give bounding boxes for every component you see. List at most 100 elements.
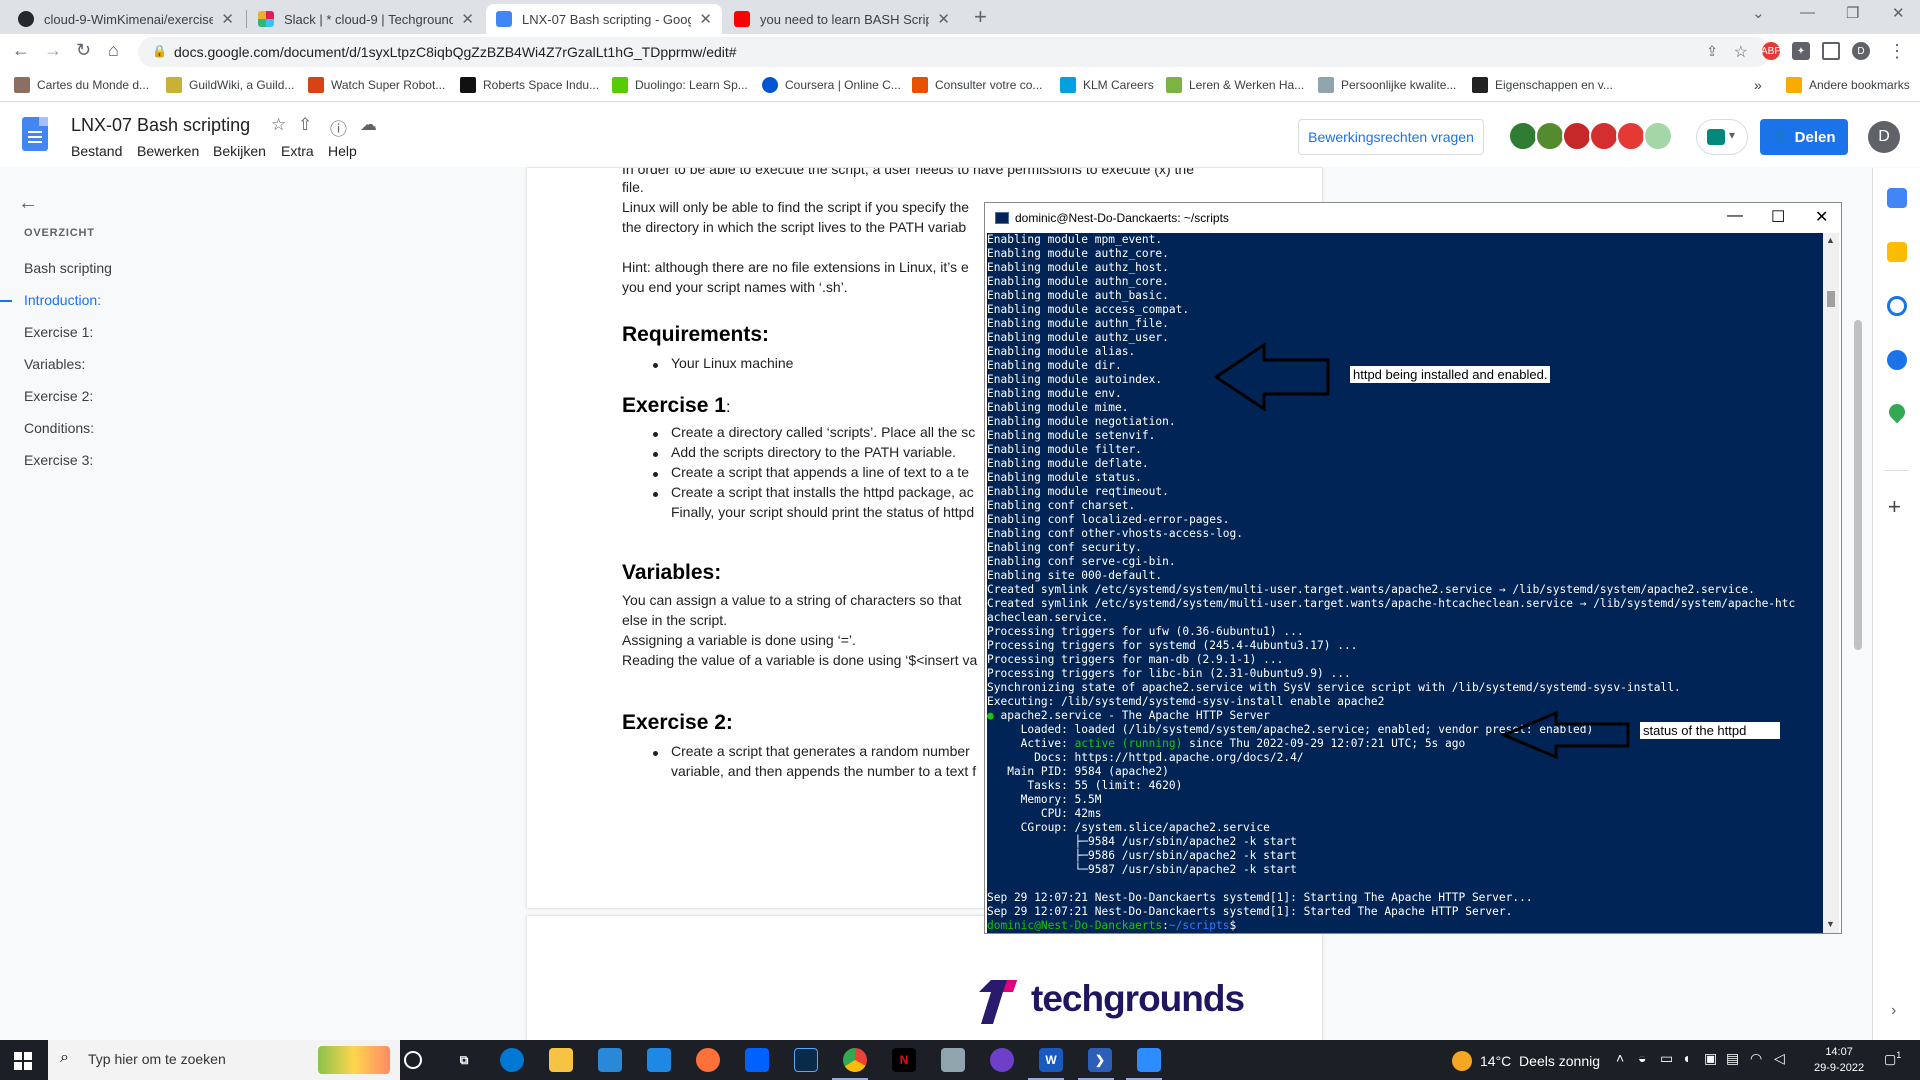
bookmark-item[interactable]: KLM Careers <box>1060 77 1154 93</box>
collaborator-avatar[interactable] <box>1508 121 1538 151</box>
cloud-saved-icon[interactable]: ☁ <box>360 115 377 135</box>
close-window-button[interactable]: ✕ <box>1892 4 1905 22</box>
outline-item-bash-scripting[interactable]: Bash scripting <box>24 260 112 276</box>
menu-file[interactable]: Bestand <box>71 143 122 159</box>
outline-item-exercise-3[interactable]: Exercise 3: <box>24 452 93 468</box>
star-icon[interactable]: ☆ <box>271 115 286 135</box>
scrollbar-thumb[interactable] <box>1827 291 1835 307</box>
forward-button[interactable]: → <box>44 40 62 61</box>
side-panel-icon[interactable] <box>1822 42 1840 60</box>
bookmark-item[interactable]: Persoonlijke kwalite... <box>1318 77 1456 93</box>
app-icon[interactable] <box>794 1048 818 1072</box>
extensions-puzzle-icon[interactable]: ✦ <box>1792 42 1810 60</box>
back-arrow-icon[interactable]: ← <box>18 192 38 215</box>
show-hidden-icons-icon[interactable]: ˄ <box>1616 1050 1624 1066</box>
reload-button[interactable]: ↻ <box>76 40 91 61</box>
lock-icon[interactable]: 🔒 <box>152 44 167 58</box>
tab-youtube[interactable]: you need to learn BASH Scripting ✕ <box>724 4 960 34</box>
bookmark-item[interactable]: Eigenschappen en v... <box>1472 77 1613 93</box>
new-tab-button[interactable]: + <box>974 4 987 30</box>
address-bar[interactable]: 🔒 docs.google.com/document/d/1syxLtpzC8i… <box>138 37 1770 67</box>
document-title[interactable]: LNX-07 Bash scripting <box>71 115 250 136</box>
other-bookmarks-folder[interactable]: Andere bookmarks <box>1786 77 1910 93</box>
profile-avatar[interactable]: D <box>1852 42 1870 60</box>
chevron-right-icon[interactable]: › <box>1891 1002 1896 1020</box>
account-avatar[interactable]: D <box>1868 121 1900 153</box>
tab-search-icon[interactable]: ⌄ <box>1752 4 1765 22</box>
close-tab-icon[interactable]: ✕ <box>461 10 474 28</box>
outline-item-conditions[interactable]: Conditions: <box>24 420 94 436</box>
chrome-icon[interactable] <box>843 1048 867 1072</box>
close-tab-icon[interactable]: ✕ <box>221 10 234 28</box>
task-view-icon[interactable]: ⧉ <box>452 1048 476 1072</box>
netflix-icon[interactable]: N <box>892 1048 916 1072</box>
meet-now-icon[interactable]: ▭ <box>1660 1050 1673 1067</box>
add-addon-icon[interactable]: + <box>1888 494 1901 520</box>
maps-icon[interactable] <box>1885 400 1909 424</box>
tab-google-docs[interactable]: LNX-07 Bash scripting - Google D ✕ <box>486 4 722 34</box>
dropbox-icon[interactable] <box>745 1048 769 1072</box>
home-button[interactable]: ⌂ <box>108 40 119 61</box>
bookmark-item[interactable]: Cartes du Monde d... <box>14 77 149 93</box>
firefox-icon[interactable] <box>696 1048 720 1072</box>
google-docs-logo-icon[interactable] <box>22 117 48 151</box>
scroll-down-arrow-icon[interactable]: ▼ <box>1826 919 1835 929</box>
bookmark-item[interactable]: Duolingo: Learn Sp... <box>612 77 748 93</box>
move-folder-icon[interactable]: ⇧ <box>298 115 312 135</box>
meet-button[interactable]: ▾ <box>1696 119 1748 155</box>
terminal-window[interactable]: dominic@Nest-Do-Danckaerts: ~/scripts — … <box>984 202 1842 934</box>
github-desktop-icon[interactable] <box>990 1048 1014 1072</box>
calendar-icon[interactable] <box>1887 188 1907 208</box>
app-icon[interactable] <box>941 1048 965 1072</box>
terminal-titlebar[interactable]: dominic@Nest-Do-Danckaerts: ~/scripts — … <box>985 203 1841 233</box>
microphone-icon[interactable]: ◖ <box>1682 1050 1690 1066</box>
wifi-icon[interactable]: ◠ <box>1750 1050 1762 1067</box>
bookmark-item[interactable]: Watch Super Robot... <box>308 77 445 93</box>
volume-icon[interactable]: ◁ <box>1774 1050 1785 1067</box>
menu-help[interactable]: Help <box>328 143 357 159</box>
collaborator-avatar[interactable] <box>1535 121 1565 151</box>
collaborator-avatar[interactable] <box>1616 121 1646 151</box>
terminal-output[interactable]: Enabling module mpm_event. Enabling modul… <box>987 233 1823 933</box>
keep-icon[interactable] <box>1887 242 1907 262</box>
menu-edit[interactable]: Bewerken <box>137 143 199 159</box>
browser-menu-icon[interactable]: ⋮ <box>1888 41 1906 62</box>
taskbar-search-input[interactable]: ⌕ Typ hier om te zoeken <box>48 1040 400 1080</box>
collaborator-avatar[interactable] <box>1589 121 1619 151</box>
zoom-icon[interactable] <box>1137 1048 1161 1072</box>
contacts-icon[interactable] <box>1887 350 1907 370</box>
document-page[interactable]: techgrounds <box>527 916 1322 1040</box>
collaborator-avatar[interactable] <box>1562 121 1592 151</box>
tab-slack[interactable]: Slack | * cloud-9 | TechgroundsSp ✕ <box>248 4 484 34</box>
back-button[interactable]: ← <box>12 40 30 61</box>
store-icon[interactable] <box>598 1048 622 1072</box>
collaborator-avatar[interactable] <box>1643 121 1673 151</box>
outline-item-variables[interactable]: Variables: <box>24 356 85 372</box>
terminal-minimize-button[interactable]: — <box>1727 207 1743 225</box>
bookmark-item[interactable]: Leren & Werken Ha... <box>1166 77 1304 93</box>
tasks-icon[interactable] <box>1887 296 1907 316</box>
terminal-close-button[interactable]: ✕ <box>1815 207 1828 227</box>
info-icon[interactable]: ⓘ <box>330 115 347 140</box>
adblock-icon[interactable]: ABP <box>1761 42 1781 60</box>
request-edit-access-button[interactable]: Bewerkingsrechten vragen <box>1298 119 1484 155</box>
edge-icon[interactable] <box>500 1048 524 1072</box>
document-scrollbar[interactable] <box>1854 320 1862 650</box>
file-explorer-icon[interactable] <box>549 1048 573 1072</box>
windows-start-icon[interactable] <box>14 1052 32 1070</box>
share-button[interactable]: 👤 Delen <box>1760 119 1848 155</box>
battery-icon[interactable]: ▤ <box>1726 1050 1739 1067</box>
tab-github[interactable]: cloud-9-WimKimenai/exercise.m ✕ <box>8 4 244 34</box>
outline-item-exercise-2[interactable]: Exercise 2: <box>24 388 93 404</box>
cortana-icon[interactable] <box>404 1051 422 1069</box>
restore-button[interactable]: ❐ <box>1846 4 1859 22</box>
outline-item-exercise-1[interactable]: Exercise 1: <box>24 324 93 340</box>
share-page-icon[interactable]: ⇪ <box>1706 43 1718 60</box>
close-tab-icon[interactable]: ✕ <box>699 10 712 28</box>
network-app-icon[interactable]: ◒ <box>1638 1050 1646 1066</box>
terminal-scrollbar[interactable]: ▲ ▼ <box>1823 233 1839 933</box>
terminal-taskbar-icon[interactable]: ❯ <box>1088 1048 1112 1072</box>
notifications-icon[interactable]: ▢1 <box>1884 1050 1901 1067</box>
menu-tools[interactable]: Extra <box>281 143 314 159</box>
bookmark-item[interactable]: Roberts Space Indu... <box>460 77 599 93</box>
